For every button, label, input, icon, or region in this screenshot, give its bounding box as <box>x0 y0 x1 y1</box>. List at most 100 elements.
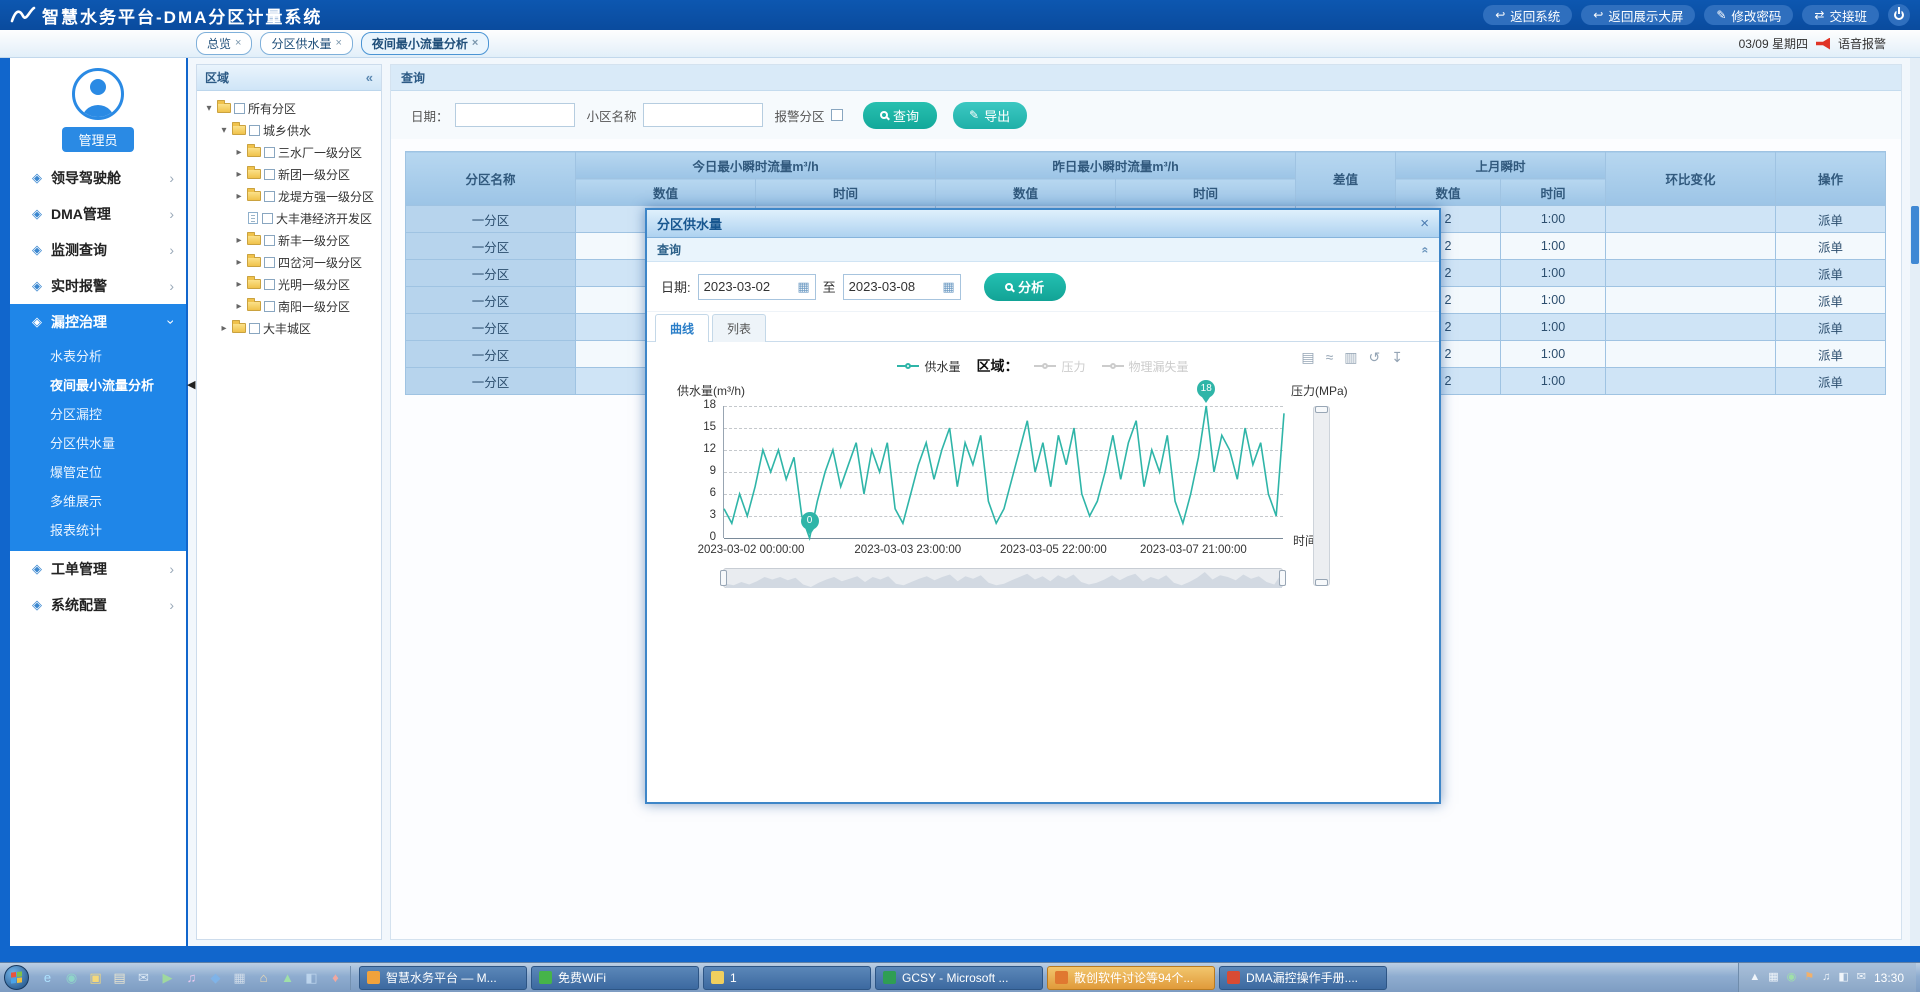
tab-close-icon[interactable]: × <box>472 38 478 49</box>
tree-checkbox[interactable] <box>264 301 275 312</box>
topbar-button[interactable]: ⇄交接班 <box>1802 5 1879 25</box>
taskbar-task-button[interactable]: DMA漏控操作手册.... <box>1219 966 1387 990</box>
tree-checkbox[interactable] <box>264 147 275 158</box>
media-player-icon[interactable]: ▶ <box>157 967 178 988</box>
ime-icon[interactable]: ▦ <box>1768 972 1778 983</box>
tree-collapse-icon[interactable]: « <box>366 70 373 85</box>
legend-item[interactable]: 压力 <box>1034 358 1085 375</box>
tree-checkbox[interactable] <box>264 169 275 180</box>
tree-expand-icon[interactable]: ▸ <box>233 235 245 246</box>
sidebar-item[interactable]: ◈实时报警› <box>10 268 186 304</box>
volume-icon[interactable]: ♫ <box>1822 972 1830 983</box>
tree-expand-icon[interactable]: ▸ <box>233 147 245 158</box>
alert-tray-icon[interactable]: ⚑ <box>1804 972 1814 983</box>
tab-curve[interactable]: 曲线 <box>655 314 709 342</box>
tree-node-label[interactable]: 大丰港经济开发区 <box>276 210 372 227</box>
tree-node-label[interactable]: 新团一级分区 <box>278 166 350 183</box>
tree-node-label[interactable]: 城乡供水 <box>263 122 311 139</box>
network-icon[interactable]: ◉ <box>61 967 82 988</box>
tree-node[interactable]: ▸四岔河一级分区 <box>199 251 379 273</box>
tree-expand-icon[interactable]: ▾ <box>203 103 215 114</box>
tree-node[interactable]: ▸ 新丰一级分区 <box>199 229 379 251</box>
tree-node-label[interactable]: 新丰一级分区 <box>278 232 350 249</box>
submenu-item[interactable]: 多维展示 <box>10 487 186 516</box>
restore-icon[interactable]: ↺ <box>1369 350 1381 364</box>
music-icon[interactable]: ♫ <box>181 967 202 988</box>
topbar-button[interactable]: ↩返回系统 <box>1483 5 1572 25</box>
sidebar-item[interactable]: ◈DMA管理› <box>10 196 186 232</box>
clock[interactable]: 13:30 <box>1874 971 1904 985</box>
mail-icon[interactable]: ✉ <box>133 967 154 988</box>
sidebar-item[interactable]: ◈领导驾驶舱› <box>10 160 186 196</box>
tree-node[interactable]: ▾ 所有分区 <box>199 97 379 119</box>
datazoom-handle[interactable] <box>1315 579 1328 586</box>
notepad-icon[interactable]: ▤ <box>109 967 130 988</box>
date-input[interactable] <box>455 103 575 127</box>
dispatch-action[interactable]: 派单 <box>1776 233 1886 260</box>
voice-alarm-label[interactable]: 语音报警 <box>1838 35 1886 52</box>
legend-item[interactable]: 供水量 <box>897 358 960 375</box>
folder-icon[interactable]: ▣ <box>85 967 106 988</box>
taskbar-task-button[interactable]: 1 <box>703 966 871 990</box>
tree-checkbox[interactable] <box>264 191 275 202</box>
tree-checkbox[interactable] <box>264 279 275 290</box>
collapse-section-icon[interactable]: « <box>1419 246 1433 253</box>
tree-checkbox[interactable] <box>249 323 260 334</box>
datazoom-handle[interactable] <box>1315 406 1328 413</box>
community-input[interactable] <box>643 103 763 127</box>
submenu-item[interactable]: 夜间最小流量分析 <box>10 371 186 400</box>
tree-expand-icon[interactable]: ▸ <box>233 301 245 312</box>
topbar-button[interactable]: ✎修改密码 <box>1704 5 1793 25</box>
tree-node[interactable]: ▸ 三水厂一级分区 <box>199 141 379 163</box>
dispatch-action[interactable]: 派单 <box>1776 287 1886 314</box>
submenu-item[interactable]: 爆管定位 <box>10 458 186 487</box>
tree-expand-icon[interactable]: ▸ <box>218 323 230 334</box>
sidebar-item[interactable]: ◈工单管理› <box>10 551 186 587</box>
tree-checkbox[interactable] <box>249 125 260 136</box>
submenu-item[interactable]: 水表分析 <box>10 342 186 371</box>
tree-node[interactable]: ▸南阳一级分区 <box>199 295 379 317</box>
chat-icon[interactable]: ◆ <box>205 967 226 988</box>
tree-node-label[interactable]: 光明一级分区 <box>278 276 350 293</box>
tree-checkbox[interactable] <box>234 103 245 114</box>
open-tab[interactable]: 总览× <box>196 32 252 55</box>
tree-node-label[interactable]: 龙堤方强一级分区 <box>278 188 374 205</box>
tools-icon[interactable]: ▦ <box>229 967 250 988</box>
tree-node[interactable]: ▸光明一级分区 <box>199 273 379 295</box>
dispatch-action[interactable]: 派单 <box>1776 341 1886 368</box>
pressure-axis-zoom[interactable] <box>1313 406 1330 586</box>
close-icon[interactable]: × <box>1420 216 1429 231</box>
tree-node-label[interactable]: 所有分区 <box>248 100 296 117</box>
tree-node[interactable]: ▸新团一级分区 <box>199 163 379 185</box>
datazoom-handle[interactable] <box>720 570 727 586</box>
mail-tray-icon[interactable]: ✉ <box>1857 972 1866 983</box>
tree-node[interactable]: 大丰港经济开发区 <box>199 207 379 229</box>
tree-checkbox[interactable] <box>264 257 275 268</box>
line-chart-icon[interactable]: ≈ <box>1326 350 1334 364</box>
sidebar-item[interactable]: ◈漏控治理› <box>10 304 186 340</box>
tray-expand-icon[interactable]: ▲ <box>1749 972 1760 983</box>
monitor-icon[interactable]: ◧ <box>301 967 322 988</box>
submenu-item[interactable]: 报表统计 <box>10 516 186 545</box>
tree-expand-icon[interactable]: ▸ <box>233 191 245 202</box>
tree-node[interactable]: ▾ 城乡供水 <box>199 119 379 141</box>
pin-icon[interactable]: ♦ <box>325 967 346 988</box>
date-from-input[interactable]: 2023-03-02 ▦ <box>698 274 816 300</box>
dialog-titlebar[interactable]: 分区供水量 × <box>647 210 1439 238</box>
tab-close-icon[interactable]: × <box>235 38 241 49</box>
export-button[interactable]: ✎ 导出 <box>953 102 1027 129</box>
open-tab[interactable]: 夜间最小流量分析× <box>361 32 489 55</box>
taskbar-task-button[interactable]: 智慧水务平台 — M... <box>359 966 527 990</box>
data-view-icon[interactable]: ▤ <box>1301 350 1314 364</box>
tree-node-label[interactable]: 三水厂一级分区 <box>278 144 362 161</box>
sidebar-item[interactable]: ◈监测查询› <box>10 232 186 268</box>
search-button[interactable]: 查询 <box>863 102 937 129</box>
dispatch-action[interactable]: 派单 <box>1776 260 1886 287</box>
tree-expand-icon[interactable]: ▾ <box>218 125 230 136</box>
datazoom-handle[interactable] <box>1279 570 1286 586</box>
taskbar-task-button[interactable]: GCSY - Microsoft ... <box>875 966 1043 990</box>
shield-icon[interactable]: ▲ <box>277 967 298 988</box>
tree-node[interactable]: ▸大丰城区 <box>199 317 379 339</box>
network-tray-icon[interactable]: ◧ <box>1838 972 1848 983</box>
taskbar-task-button[interactable]: 散创软件讨论等94个... <box>1047 966 1215 990</box>
